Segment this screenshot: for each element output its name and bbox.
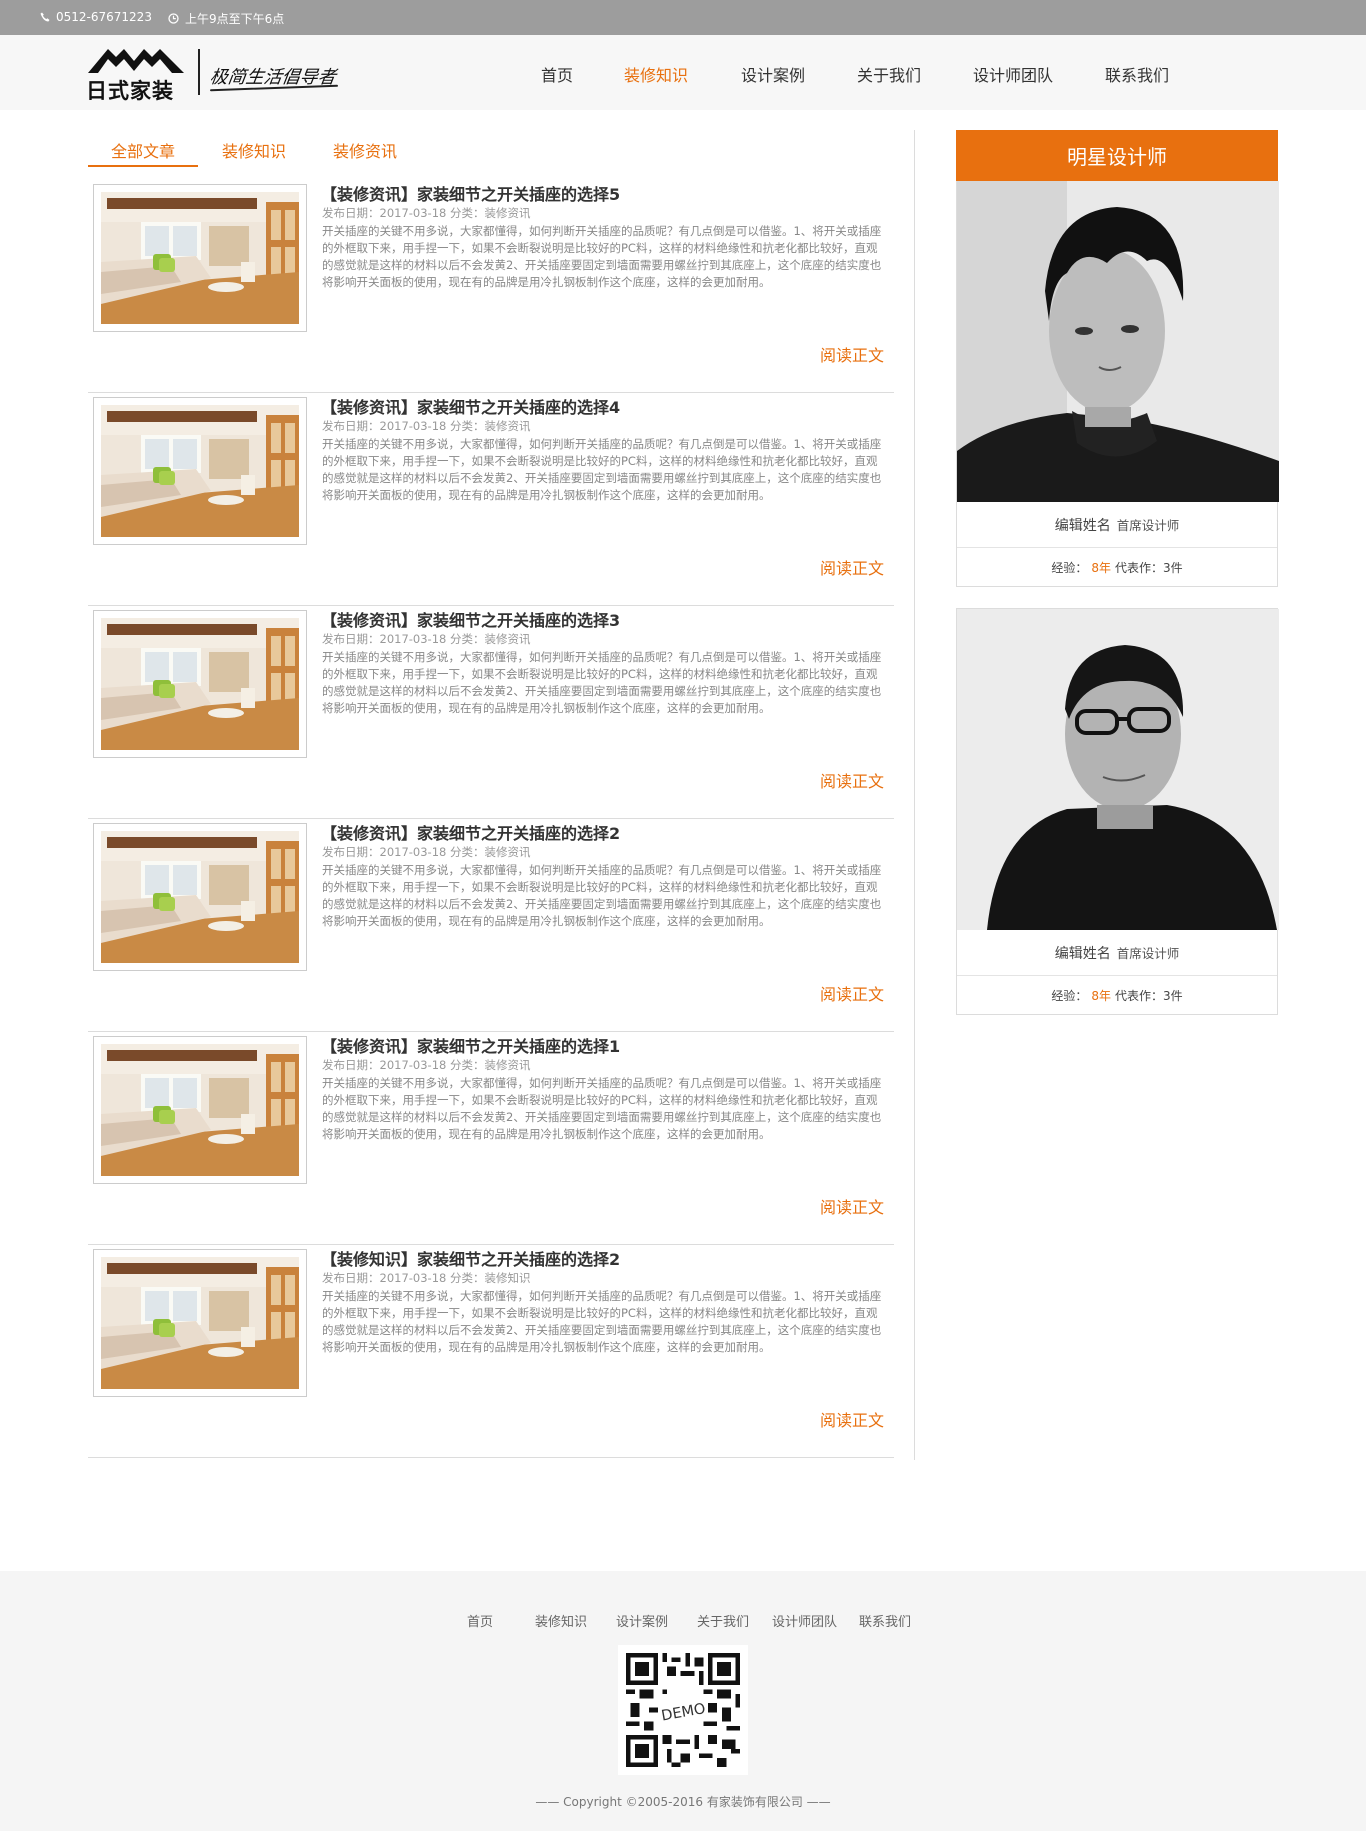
article-thumbnail[interactable] <box>93 823 307 971</box>
article-excerpt: 开关插座的关键不用多说，大家都懂得，如何判断开关插座的品质呢？有几点倒是可以借鉴… <box>322 224 882 289</box>
room-photo-image <box>101 618 299 750</box>
article-item: 【装修资讯】家装细节之开关插座的选择5 发布日期：2017-03-18 分类：装修… <box>88 180 894 393</box>
read-more-link[interactable]: 阅读正文 <box>820 555 884 579</box>
article-thumbnail[interactable] <box>93 610 307 758</box>
article-title[interactable]: 【装修资讯】家装细节之开关插座的选择3 <box>321 607 620 631</box>
roof-logo-icon <box>88 49 184 73</box>
designer-name: 编辑姓名 <box>1054 517 1111 534</box>
top-info-bar: 0512-67671223 上午9点至下午6点 <box>0 0 1366 35</box>
article-item: 【装修知识】家装细节之开关插座的选择2 发布日期：2017-03-18 分类：装修… <box>88 1245 894 1458</box>
phone-info: 0512-67671223 <box>40 10 152 24</box>
designer-experience-row: 经验： 8年 代表作：3件 <box>957 976 1277 1014</box>
read-more-link[interactable]: 阅读正文 <box>820 1407 884 1431</box>
nav-item-cases[interactable]: 设计案例 <box>741 62 805 86</box>
logo-divider <box>198 49 200 95</box>
designer-role: 首席设计师 <box>1116 518 1180 533</box>
article-title[interactable]: 【装修资讯】家装细节之开关插座的选择2 <box>321 820 620 844</box>
nav-item-about[interactable]: 关于我们 <box>857 62 921 86</box>
designer-name: 编辑姓名 <box>1054 945 1111 962</box>
room-photo-image <box>101 1257 299 1389</box>
works-count: 代表作：3件 <box>1115 988 1183 1003</box>
nav-item-designers[interactable]: 设计师团队 <box>973 62 1053 86</box>
hours-info: 上午9点至下午6点 <box>168 10 284 27</box>
nav-item-contact[interactable]: 联系我们 <box>1105 62 1169 86</box>
tab-knowledge[interactable]: 装修知识 <box>222 138 286 162</box>
read-more-link[interactable]: 阅读正文 <box>820 342 884 366</box>
phone-icon <box>40 12 50 22</box>
experience-label: 经验： <box>1051 560 1088 575</box>
article-excerpt: 开关插座的关键不用多说，大家都懂得，如何判断开关插座的品质呢？有几点倒是可以借鉴… <box>322 437 882 502</box>
article-title[interactable]: 【装修资讯】家装细节之开关插座的选择4 <box>321 394 620 418</box>
column-divider <box>914 130 915 1460</box>
designer-experience-row: 经验： 8年 代表作：3件 <box>957 548 1277 586</box>
site-header: 日式家装 极简生活倡导者 首页 装修知识 设计案例 关于我们 设计师团队 联系我… <box>0 35 1366 110</box>
article-meta: 发布日期：2017-03-18 分类：装修资讯 <box>322 632 531 646</box>
logo-name: 日式家装 <box>86 78 174 103</box>
designer-card[interactable]: 编辑姓名 首席设计师 经验： 8年 代表作：3件 <box>956 608 1279 1015</box>
article-title[interactable]: 【装修资讯】家装细节之开关插座的选择5 <box>321 181 620 205</box>
article-meta: 发布日期：2017-03-18 分类：装修资讯 <box>322 206 531 220</box>
room-photo-image <box>101 1044 299 1176</box>
read-more-link[interactable]: 阅读正文 <box>820 768 884 792</box>
qr-code-icon: DEMO <box>626 1653 740 1767</box>
footer-link-about[interactable]: 关于我们 <box>697 1611 749 1630</box>
clock-icon <box>168 13 179 24</box>
article-item: 【装修资讯】家装细节之开关插座的选择2 发布日期：2017-03-18 分类：装修… <box>88 819 894 1032</box>
phone-number: 0512-67671223 <box>56 10 152 24</box>
footer-link-knowledge[interactable]: 装修知识 <box>535 1611 587 1630</box>
article-item: 【装修资讯】家装细节之开关插座的选择3 发布日期：2017-03-18 分类：装修… <box>88 606 894 819</box>
designer-portrait-1 <box>957 181 1279 502</box>
nav-item-knowledge[interactable]: 装修知识 <box>624 62 688 86</box>
designer-portrait-2 <box>957 609 1279 930</box>
room-photo-image <box>101 405 299 537</box>
article-meta: 发布日期：2017-03-18 分类：装修知识 <box>322 1271 531 1285</box>
article-item: 【装修资讯】家装细节之开关插座的选择1 发布日期：2017-03-18 分类：装修… <box>88 1032 894 1245</box>
experience-years: 8年 <box>1091 560 1111 575</box>
designer-name-row: 编辑姓名 首席设计师 <box>957 502 1277 548</box>
qr-code: DEMO <box>618 1645 748 1775</box>
room-photo-image <box>101 831 299 963</box>
tab-news[interactable]: 装修资讯 <box>333 138 397 162</box>
nav-item-home[interactable]: 首页 <box>541 62 573 86</box>
article-title[interactable]: 【装修资讯】家装细节之开关插座的选择1 <box>321 1033 620 1057</box>
room-photo-image <box>101 192 299 324</box>
footer-link-designers[interactable]: 设计师团队 <box>772 1611 837 1630</box>
active-tab-underline <box>88 165 198 167</box>
site-footer: 首页 装修知识 设计案例 关于我们 设计师团队 联系我们 DEMO —— Cop… <box>0 1571 1366 1831</box>
read-more-link[interactable]: 阅读正文 <box>820 981 884 1005</box>
article-meta: 发布日期：2017-03-18 分类：装修资讯 <box>322 1058 531 1072</box>
footer-link-contact[interactable]: 联系我们 <box>859 1611 911 1630</box>
experience-label: 经验： <box>1051 988 1088 1003</box>
article-item: 【装修资讯】家装细节之开关插座的选择4 发布日期：2017-03-18 分类：装修… <box>88 393 894 606</box>
article-thumbnail[interactable] <box>93 184 307 332</box>
article-title[interactable]: 【装修知识】家装细节之开关插座的选择2 <box>321 1246 620 1270</box>
copyright-text: —— Copyright ©2005-2016 有家装饰有限公司 —— <box>535 1795 831 1809</box>
article-excerpt: 开关插座的关键不用多说，大家都懂得，如何判断开关插座的品质呢？有几点倒是可以借鉴… <box>322 1289 882 1354</box>
article-meta: 发布日期：2017-03-18 分类：装修资讯 <box>322 845 531 859</box>
works-count: 代表作：3件 <box>1115 560 1183 575</box>
read-more-link[interactable]: 阅读正文 <box>820 1194 884 1218</box>
footer-link-cases[interactable]: 设计案例 <box>616 1611 668 1630</box>
tab-all-articles[interactable]: 全部文章 <box>111 138 175 162</box>
site-logo[interactable]: 日式家装 极简生活倡导者 <box>86 41 338 103</box>
footer-link-home[interactable]: 首页 <box>467 1611 493 1630</box>
article-thumbnail[interactable] <box>93 397 307 545</box>
article-excerpt: 开关插座的关键不用多说，大家都懂得，如何判断开关插座的品质呢？有几点倒是可以借鉴… <box>322 650 882 715</box>
designer-card[interactable]: 编辑姓名 首席设计师 经验： 8年 代表作：3件 <box>956 181 1279 587</box>
experience-years: 8年 <box>1091 988 1111 1003</box>
office-hours: 上午9点至下午6点 <box>185 12 285 26</box>
article-excerpt: 开关插座的关键不用多说，大家都懂得，如何判断开关插座的品质呢？有几点倒是可以借鉴… <box>322 863 882 928</box>
designer-role: 首席设计师 <box>1116 946 1180 961</box>
article-tabs: 全部文章 装修知识 装修资讯 <box>88 130 894 168</box>
article-meta: 发布日期：2017-03-18 分类：装修资讯 <box>322 419 531 433</box>
article-thumbnail[interactable] <box>93 1249 307 1397</box>
article-excerpt: 开关插座的关键不用多说，大家都懂得，如何判断开关插座的品质呢？有几点倒是可以借鉴… <box>322 1076 882 1141</box>
article-thumbnail[interactable] <box>93 1036 307 1184</box>
sidebar-title: 明星设计师 <box>956 130 1278 181</box>
designer-name-row: 编辑姓名 首席设计师 <box>957 930 1277 976</box>
